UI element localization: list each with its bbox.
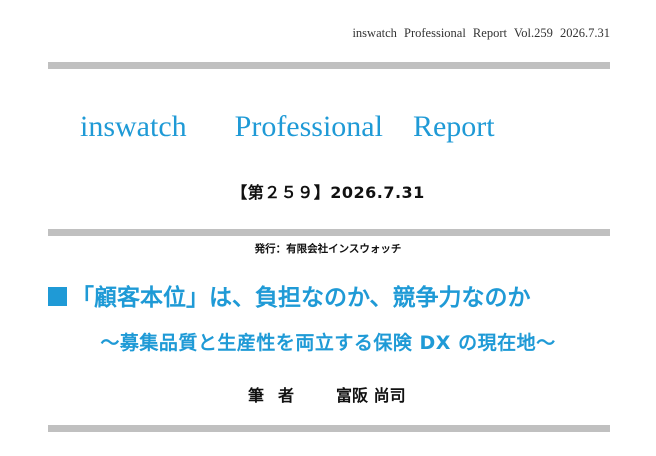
issue-label: 【第２５９】2026.7.31 (231, 183, 425, 202)
article-subtitle: ～募集品質と生産性を両立する保険 DX の現在地～ (100, 332, 556, 354)
author-line: 筆者 富阪 尚司 (248, 382, 406, 406)
article-title: 「顧客本位」は、負担なのか、競争力なのか (48, 278, 628, 312)
article-title-text: 「顧客本位」は、負担なのか、競争力なのか (71, 285, 531, 311)
masthead-word-inswatch: inswatch (80, 110, 187, 143)
square-icon (48, 287, 67, 306)
masthead-word-report: Report (412, 110, 495, 143)
publisher: 発行：有限会社インスウォッチ (254, 243, 402, 255)
running-head: inswatch Professional Report Vol.259 202… (352, 26, 610, 40)
divider-bottom (48, 425, 610, 432)
divider-middle (48, 229, 610, 236)
masthead-word-professional: Professional (234, 110, 383, 143)
divider-top (48, 62, 610, 69)
author-label: 筆者 (248, 386, 309, 405)
masthead: inswatch Professional Report (80, 110, 495, 144)
author-name: 富阪 尚司 (336, 386, 406, 405)
